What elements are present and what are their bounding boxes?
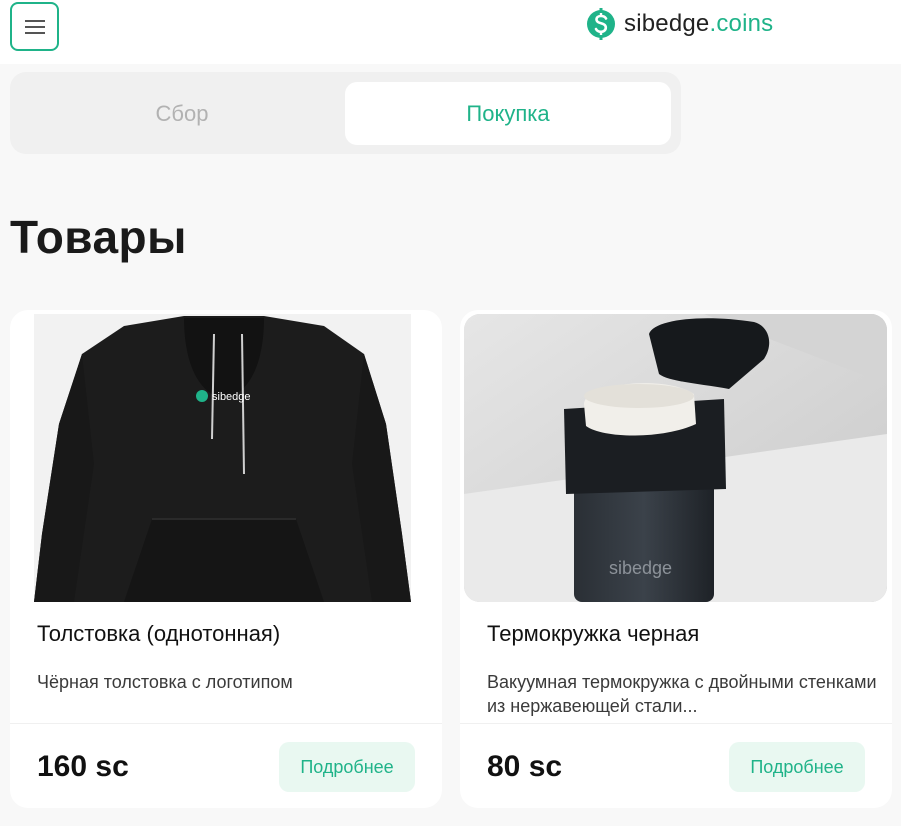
card-divider [10, 723, 442, 724]
site-logo[interactable]: sibedge.coins [586, 6, 773, 42]
product-image-thermo-mug: sibedge [464, 314, 887, 602]
product-title[interactable]: Толстовка (однотонная) [37, 621, 280, 647]
mode-switcher: Сбор Покупка [10, 72, 681, 154]
product-description: Чёрная толстовка с логотипом [37, 672, 293, 692]
hamburger-icon [24, 19, 45, 34]
product-price: 160 sc [37, 750, 129, 783]
product-price: 80 sc [487, 750, 563, 783]
product-description: Вакуумная термокружка с двойными стенкам… [487, 672, 877, 716]
hoodie-print-text: sibedge [212, 391, 251, 403]
tab-purchase[interactable]: Покупка [345, 82, 671, 145]
mug-print-text: sibedge [609, 558, 672, 578]
page-title: Товары [10, 211, 187, 263]
tab-collect[interactable]: Сбор [19, 82, 345, 145]
product-card[interactable]: sibedge Толстовка (однотонная) Чёрная то… [10, 310, 442, 808]
product-image-hoodie: sibedge [34, 314, 411, 602]
details-button[interactable]: Подробнее [729, 742, 865, 792]
product-card[interactable]: sibedge Термокружка черная Вакуумная тер… [460, 310, 892, 808]
details-button[interactable]: Подробнее [279, 742, 415, 792]
logo-text: sibedge.coins [624, 10, 774, 37]
top-header: sibedge.coins [0, 0, 901, 64]
dollar-icon [587, 8, 615, 40]
card-divider [460, 723, 892, 724]
menu-button[interactable] [10, 2, 59, 51]
product-title[interactable]: Термокружка черная [487, 621, 699, 647]
